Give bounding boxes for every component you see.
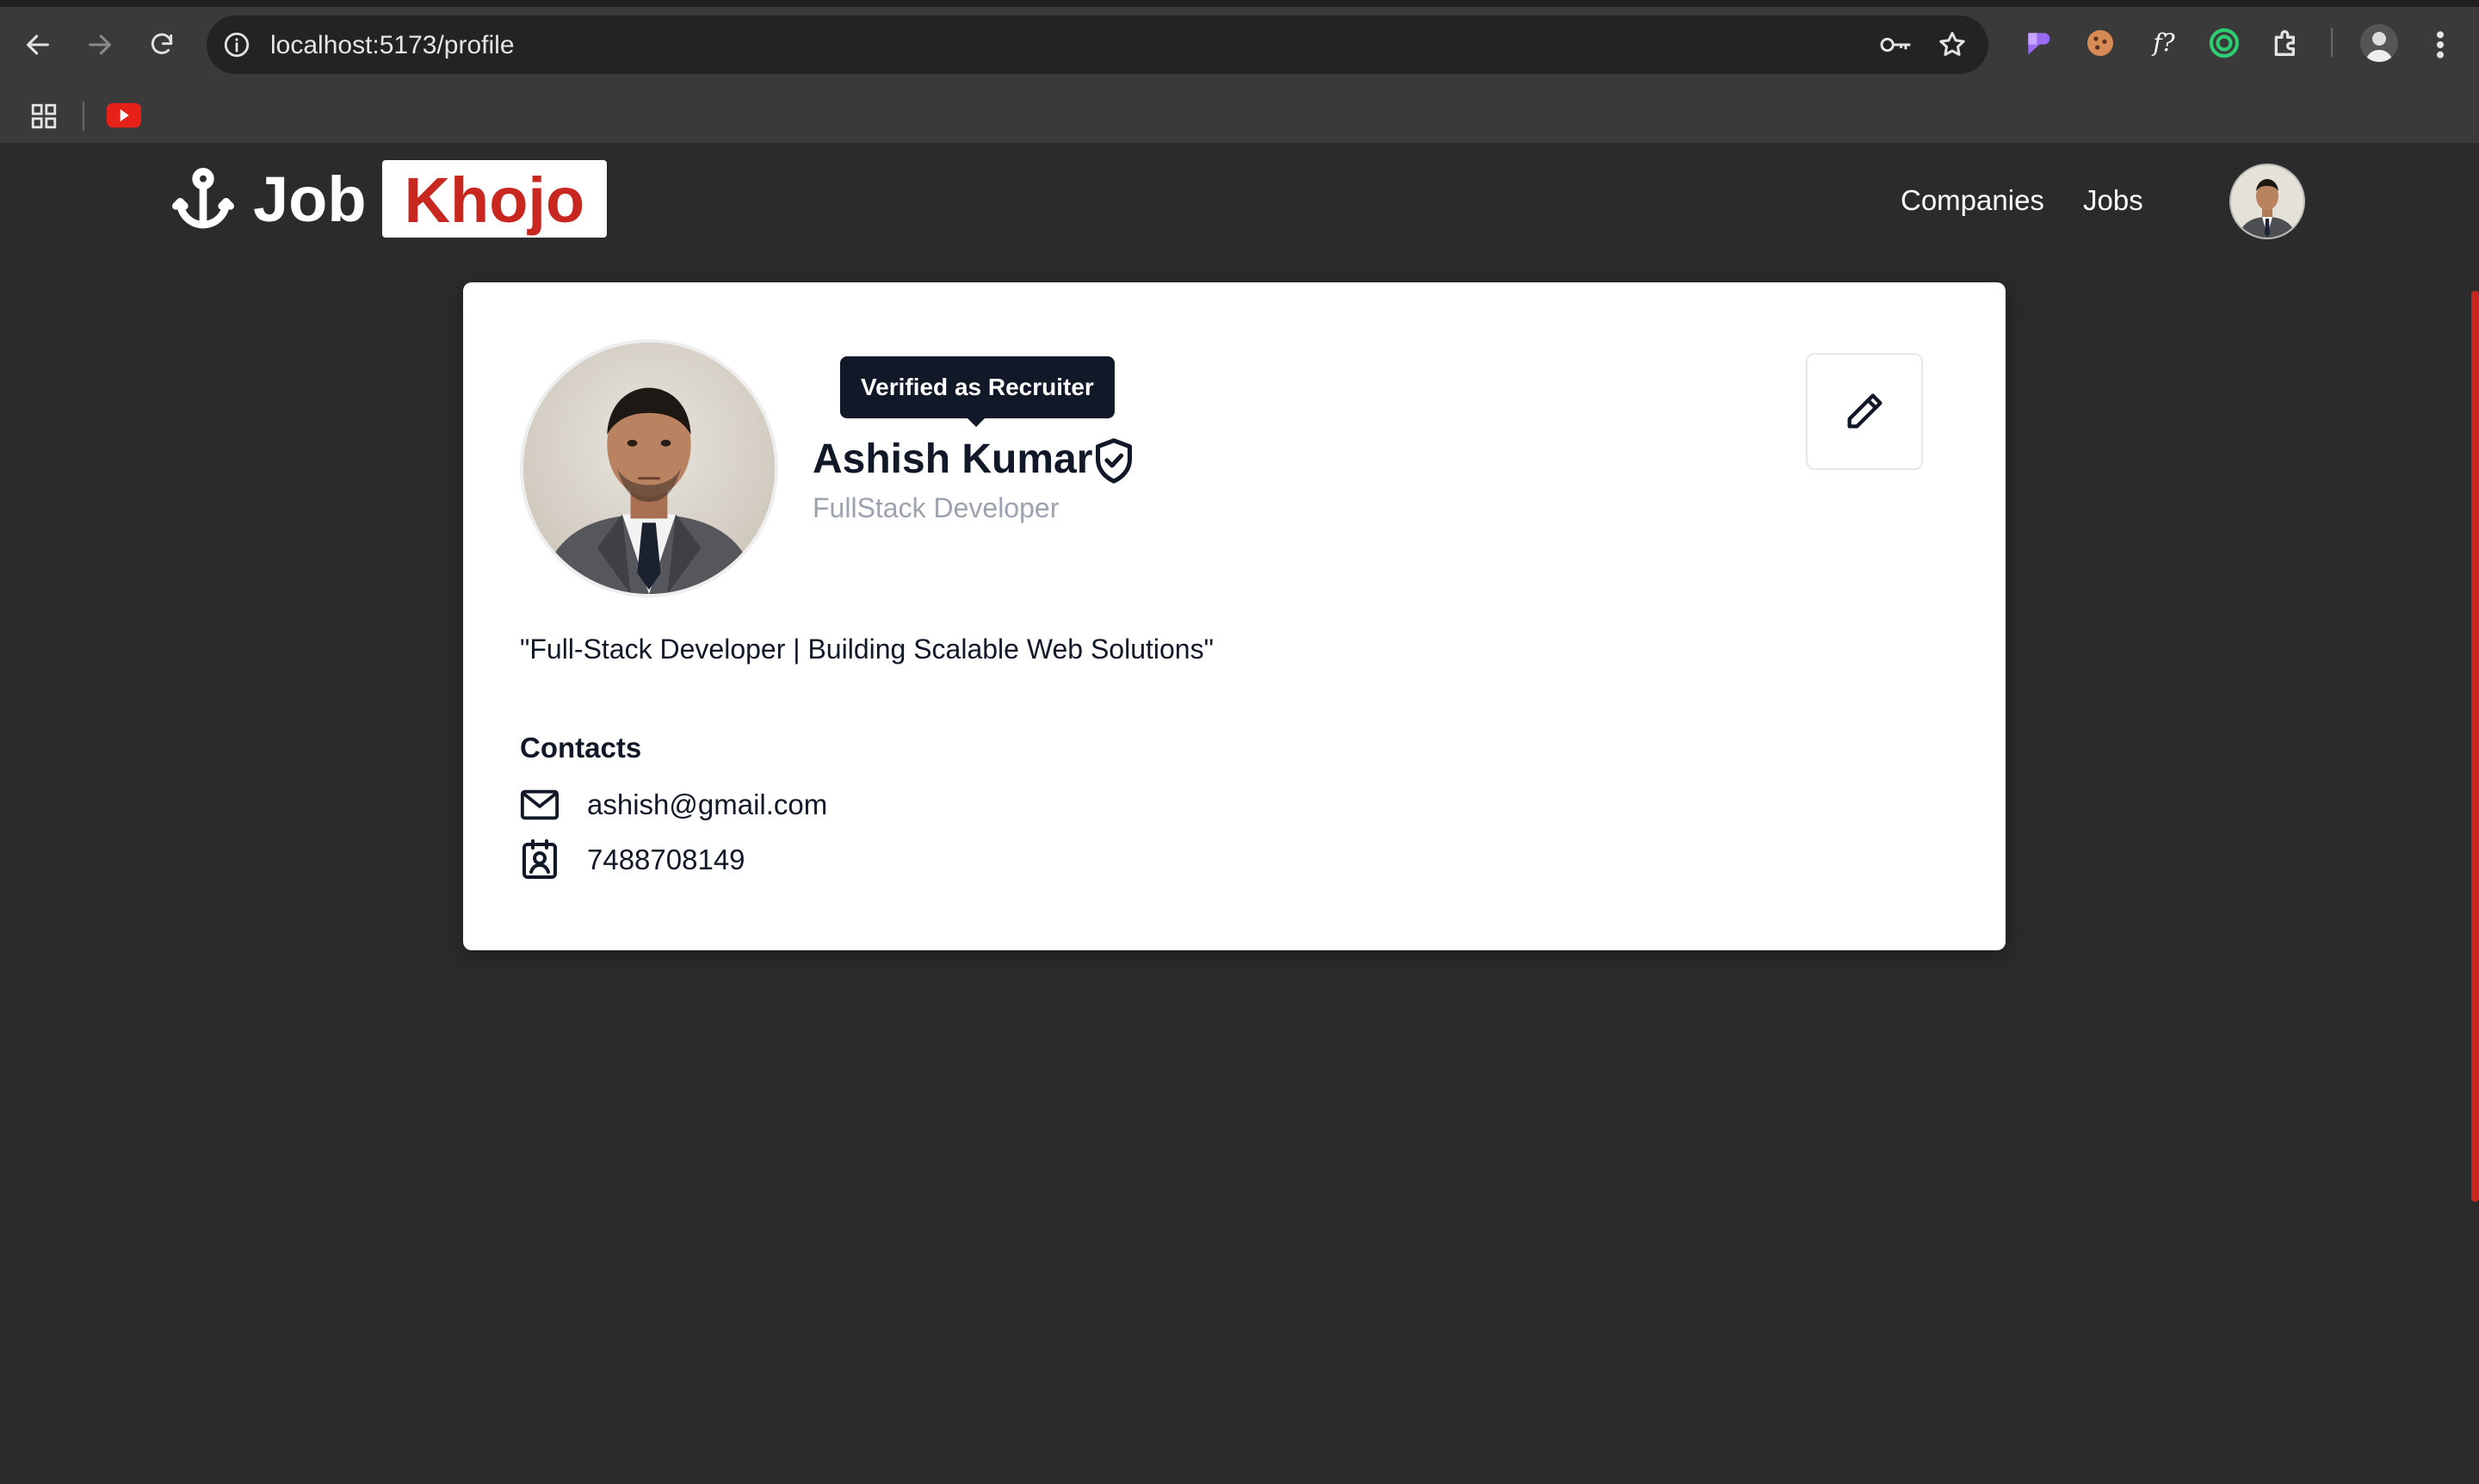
toolbar-divider [2331,28,2333,57]
apps-grid-icon[interactable] [29,102,59,131]
profile-avatar [520,339,778,597]
logo-word: Job [253,163,367,235]
page-scrollbar[interactable] [2471,291,2479,1202]
page-viewport: Job Khojo Companies Jobs Verified as Rec… [0,145,2479,1484]
avatar-portrait-image [2231,165,2303,238]
extension-purple-icon[interactable] [2021,26,2056,60]
edit-profile-button[interactable] [1806,353,1923,470]
bookmark-star-icon[interactable] [1937,29,1968,60]
profile-name: Ashish Kumar [813,436,1093,482]
bookmarks-bar [0,90,2479,145]
arrow-right-icon [89,34,111,55]
address-bar[interactable]: localhost:5173/profile [207,15,1988,74]
font-extension-icon[interactable]: f? [2147,26,2181,60]
bookmarks-divider [83,102,84,131]
reload-icon [151,33,173,54]
back-button[interactable] [15,22,60,67]
target-extension-icon[interactable] [2207,26,2241,60]
shield-check-icon[interactable] [1090,436,1138,487]
mail-icon [520,785,559,825]
user-avatar[interactable] [2229,164,2305,239]
contact-phone[interactable]: 7488708149 [587,844,745,876]
arrow-left-icon [27,34,49,55]
site-logo[interactable]: Job Khojo [169,160,608,238]
profile-role: FullStack Developer [813,492,1060,523]
nav-jobs-link[interactable]: Jobs [2083,184,2143,217]
anchor-icon [172,168,234,229]
cookie-extension-icon[interactable] [2083,26,2117,60]
profile-card: Verified as Recruiter Ashish Kumar FullS… [463,282,2006,950]
nav-companies-link[interactable]: Companies [1901,184,2044,217]
tooltip-arrow [966,417,986,427]
url-text[interactable]: localhost:5173/profile [270,31,515,60]
browser-profile-avatar[interactable] [2360,24,2398,62]
contact-email-row: ashish@gmail.com [520,785,827,825]
contacts-heading: Contacts [520,732,642,764]
youtube-icon[interactable] [107,102,141,129]
tab-strip-edge [0,0,2479,7]
puzzle-extensions-icon[interactable] [2269,26,2303,60]
reload-button[interactable] [139,22,184,67]
contact-email[interactable]: ashish@gmail.com [587,788,827,821]
profile-bio: "Full-Stack Developer | Building Scalabl… [520,634,1214,665]
logo-highlight: Khojo [381,160,608,238]
site-info-icon[interactable] [222,30,251,59]
more-menu-icon[interactable] [2429,28,2451,62]
profile-portrait-image [523,343,775,594]
verified-tooltip: Verified as Recruiter [840,356,1115,418]
profile-person-icon [2365,32,2393,62]
pencil-icon [1847,393,1882,429]
contact-phone-row: 7488708149 [520,839,745,880]
password-key-icon[interactable] [1878,31,1913,59]
forward-button[interactable] [77,22,122,67]
browser-toolbar: localhost:5173/profile f? [0,0,2479,90]
contact-card-icon [520,839,559,880]
